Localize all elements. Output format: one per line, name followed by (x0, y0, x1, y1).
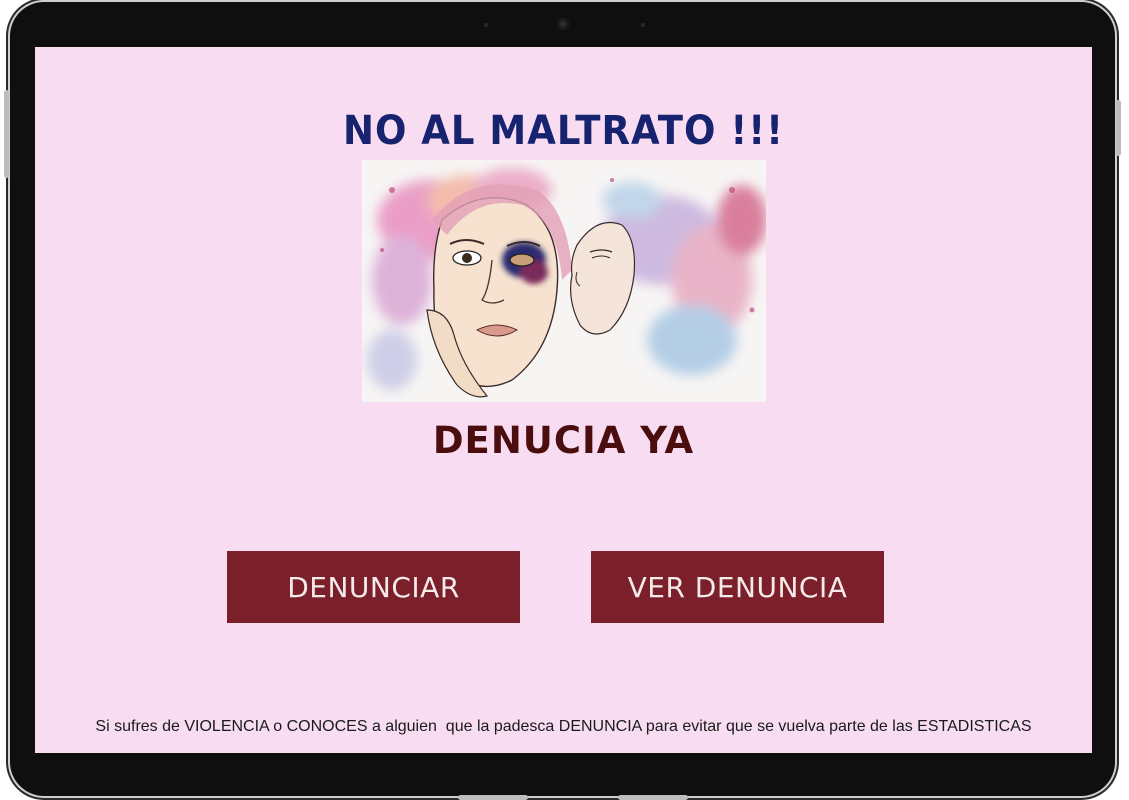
call-to-action-heading: DENUCIA YA (432, 419, 695, 462)
footer-message: Si sufres de VIOLENCIA o CONOCES a algui… (95, 718, 1032, 735)
page-title: NO AL MALTRATO !!! (343, 107, 784, 154)
watercolor-faces-image (362, 160, 766, 402)
report-button[interactable]: DENUNCIAR (227, 551, 520, 623)
volume-button (4, 90, 9, 178)
tablet-frame: NO AL MALTRATO !!! DENUCIA YA DENUNCIAR … (4, 2, 1121, 800)
hero-illustration (362, 160, 766, 402)
view-report-button[interactable]: VER DENUNCIA (591, 551, 884, 623)
front-camera (557, 18, 569, 30)
sensor (641, 23, 645, 27)
sensor (484, 23, 488, 27)
app-screen: NO AL MALTRATO !!! DENUCIA YA DENUNCIAR … (35, 47, 1092, 753)
device-edge-nub (618, 795, 688, 800)
power-button (1116, 100, 1121, 156)
device-edge-nub (458, 795, 528, 800)
